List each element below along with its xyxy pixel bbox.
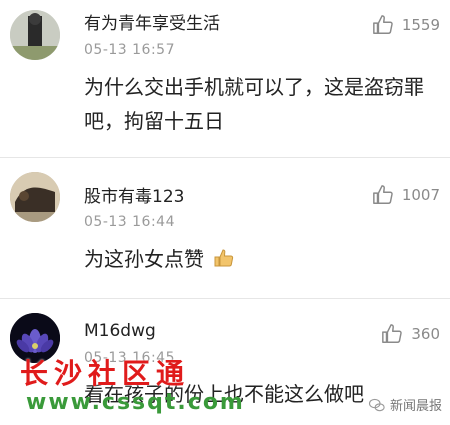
watermark-title: 长沙社区通 <box>20 357 191 390</box>
source-badge: 新闻晨报 <box>368 395 442 414</box>
like-button[interactable]: 360 <box>381 323 440 345</box>
comment-item: 有为青年享受生活 05-13 16:57 1559 为什么交出手机就可以了，这是… <box>0 0 450 140</box>
like-count: 1559 <box>401 16 440 34</box>
like-button[interactable]: 1559 <box>372 14 440 36</box>
watermark-url: www.cssqt.com <box>26 390 245 415</box>
like-count: 1007 <box>401 186 440 204</box>
comment-item: 股市有毒123 05-13 16:44 1007 为这孙女点赞 <box>0 158 450 298</box>
like-button[interactable]: 1007 <box>372 184 440 206</box>
comment-text-content: 为这孙女点赞 <box>84 247 204 271</box>
user-avatar-photo-icon <box>10 172 60 222</box>
timestamp: 05-13 16:44 <box>84 214 175 230</box>
wechat-icon <box>368 398 385 411</box>
thumbs-up-emoji-icon <box>212 244 236 278</box>
timestamp: 05-13 16:57 <box>84 42 175 58</box>
source-name: 新闻晨报 <box>389 399 442 414</box>
comment-text: 为这孙女点赞 <box>84 242 434 278</box>
username[interactable]: 有为青年享受生活 <box>84 9 220 34</box>
user-avatar-photo-icon <box>10 10 60 60</box>
thumbs-up-icon <box>372 15 393 34</box>
like-count: 360 <box>411 325 440 343</box>
comment-text: 为什么交出手机就可以了，这是盗窃罪吧，拘留十五日 <box>84 75 424 133</box>
avatar[interactable] <box>10 10 60 60</box>
thumbs-up-icon <box>382 324 403 343</box>
username[interactable]: 股市有毒123 <box>84 182 184 207</box>
avatar[interactable] <box>10 172 60 222</box>
thumbs-up-icon <box>372 185 393 204</box>
username[interactable]: M16dwg <box>84 321 156 341</box>
